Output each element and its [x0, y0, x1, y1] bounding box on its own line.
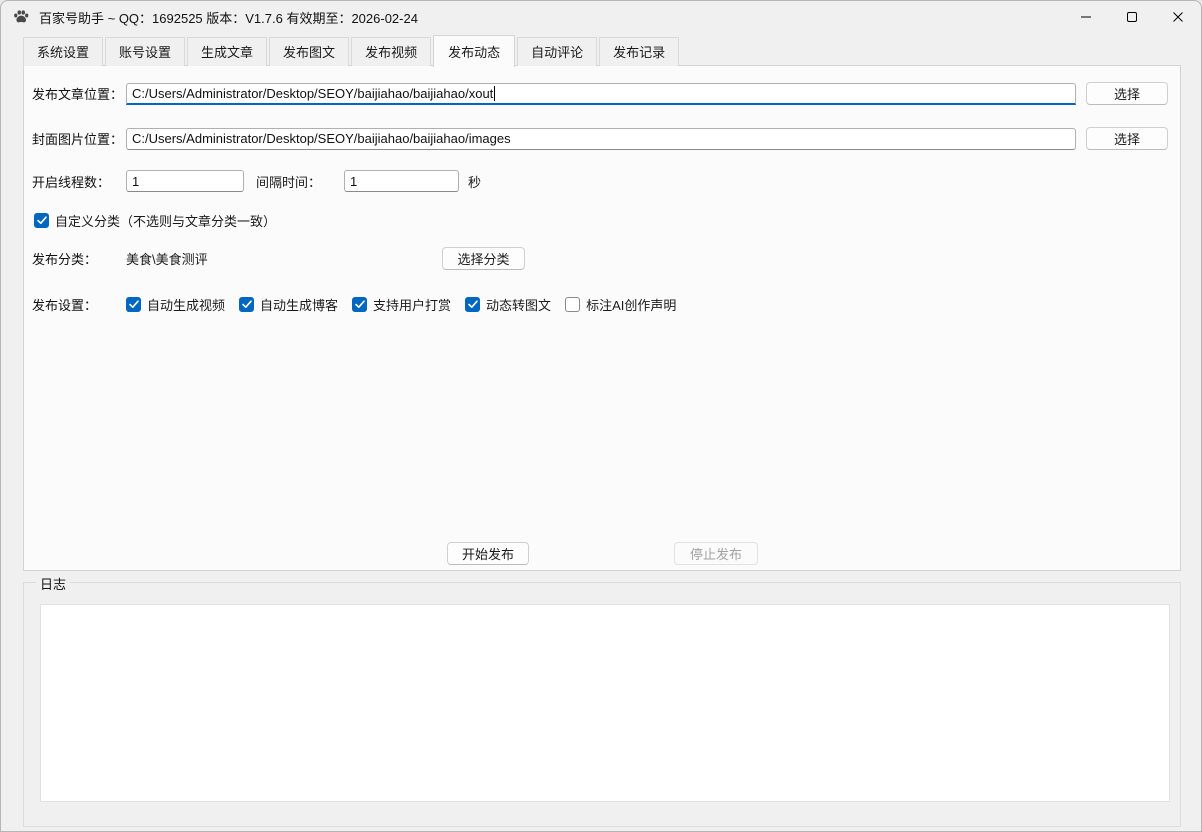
log-output[interactable]	[40, 604, 1170, 802]
maximize-icon	[1126, 11, 1138, 23]
maximize-button[interactable]	[1109, 1, 1155, 33]
cover-path-input[interactable]: C:/Users/Administrator/Desktop/SEOY/baij…	[126, 128, 1076, 150]
publish-category-value: 美食\美食测评	[126, 249, 208, 268]
checkbox-unchecked-icon	[565, 297, 580, 312]
tab-publish-video[interactable]: 发布视频	[351, 37, 431, 66]
stop-publish-button[interactable]: 停止发布	[674, 542, 758, 565]
checkbox-checked-icon	[239, 297, 254, 312]
ai-declaration-checkbox[interactable]: 标注AI创作声明	[565, 295, 676, 314]
checkbox-checked-icon	[465, 297, 480, 312]
tab-account-settings[interactable]: 账号设置	[105, 37, 185, 66]
select-category-button[interactable]: 选择分类	[442, 247, 525, 270]
tab-publish-record[interactable]: 发布记录	[599, 37, 679, 66]
auto-video-label: 自动生成视频	[147, 295, 225, 314]
tab-publish-dynamic[interactable]: 发布动态	[433, 35, 515, 67]
log-title: 日志	[36, 574, 70, 593]
interval-unit-label: 秒	[468, 172, 481, 191]
app-window: 百家号助手 ~ QQ：1692525 版本：V1.7.6 有效期至：2026-0…	[0, 0, 1202, 832]
start-publish-button[interactable]: 开始发布	[447, 542, 529, 565]
checkbox-checked-icon	[126, 297, 141, 312]
user-reward-checkbox[interactable]: 支持用户打赏	[352, 295, 451, 314]
interval-value: 1	[350, 174, 357, 189]
cover-path-select-button[interactable]: 选择	[1086, 127, 1168, 150]
close-button[interactable]	[1155, 1, 1201, 33]
publish-settings-label: 发布设置：	[32, 295, 126, 314]
threads-input[interactable]: 1	[126, 170, 244, 192]
ai-declaration-label: 标注AI创作声明	[586, 295, 676, 314]
tab-generate-article[interactable]: 生成文章	[187, 37, 267, 66]
article-path-value: C:/Users/Administrator/Desktop/SEOY/baij…	[132, 86, 493, 101]
user-reward-label: 支持用户打赏	[373, 295, 451, 314]
article-path-select-button[interactable]: 选择	[1086, 82, 1168, 105]
tab-system-settings[interactable]: 系统设置	[23, 37, 103, 66]
minimize-icon	[1080, 11, 1092, 23]
publish-dynamic-panel: 发布文章位置： C:/Users/Administrator/Desktop/S…	[23, 65, 1181, 571]
threads-label: 开启线程数：	[32, 172, 126, 191]
custom-category-label: 自定义分类（不选则与文章分类一致）	[55, 211, 276, 230]
tab-bar: 系统设置 账号设置 生成文章 发布图文 发布视频 发布动态 自动评论 发布记录	[23, 41, 681, 66]
minimize-button[interactable]	[1063, 1, 1109, 33]
interval-input[interactable]: 1	[344, 170, 459, 192]
dynamic-to-article-checkbox[interactable]: 动态转图文	[465, 295, 551, 314]
interval-label: 间隔时间：	[256, 172, 336, 191]
auto-blog-label: 自动生成博客	[260, 295, 338, 314]
title-bar[interactable]: 百家号助手 ~ QQ：1692525 版本：V1.7.6 有效期至：2026-0…	[1, 1, 1201, 33]
paw-icon	[11, 7, 31, 27]
threads-value: 1	[132, 174, 139, 189]
text-caret	[494, 86, 495, 101]
article-path-label: 发布文章位置：	[32, 84, 126, 103]
auto-blog-checkbox[interactable]: 自动生成博客	[239, 295, 338, 314]
auto-video-checkbox[interactable]: 自动生成视频	[126, 295, 225, 314]
cover-path-label: 封面图片位置：	[32, 129, 126, 148]
article-path-input[interactable]: C:/Users/Administrator/Desktop/SEOY/baij…	[126, 83, 1076, 105]
cover-path-value: C:/Users/Administrator/Desktop/SEOY/baij…	[132, 131, 511, 146]
tab-auto-comment[interactable]: 自动评论	[517, 37, 597, 66]
tab-publish-article[interactable]: 发布图文	[269, 37, 349, 66]
publish-category-label: 发布分类：	[32, 249, 126, 268]
log-groupbox: 日志	[23, 582, 1181, 827]
custom-category-checkbox[interactable]: 自定义分类（不选则与文章分类一致）	[34, 211, 276, 230]
checkbox-checked-icon	[34, 213, 49, 228]
checkbox-checked-icon	[352, 297, 367, 312]
dynamic-to-article-label: 动态转图文	[486, 295, 551, 314]
window-title: 百家号助手 ~ QQ：1692525 版本：V1.7.6 有效期至：2026-0…	[39, 8, 418, 27]
close-icon	[1172, 11, 1184, 23]
